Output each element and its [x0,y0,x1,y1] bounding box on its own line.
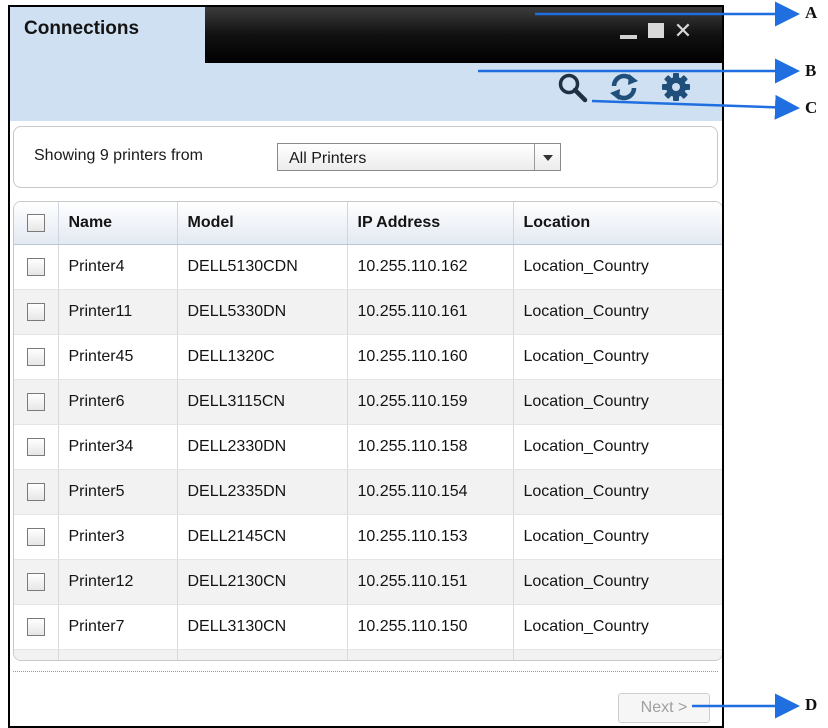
callout-c: C [805,98,818,117]
callout-d: D [805,695,818,714]
arrow-c [591,94,800,120]
annotation-arrows [478,1,800,719]
callout-a: A [805,3,818,22]
callout-b: B [805,61,817,80]
